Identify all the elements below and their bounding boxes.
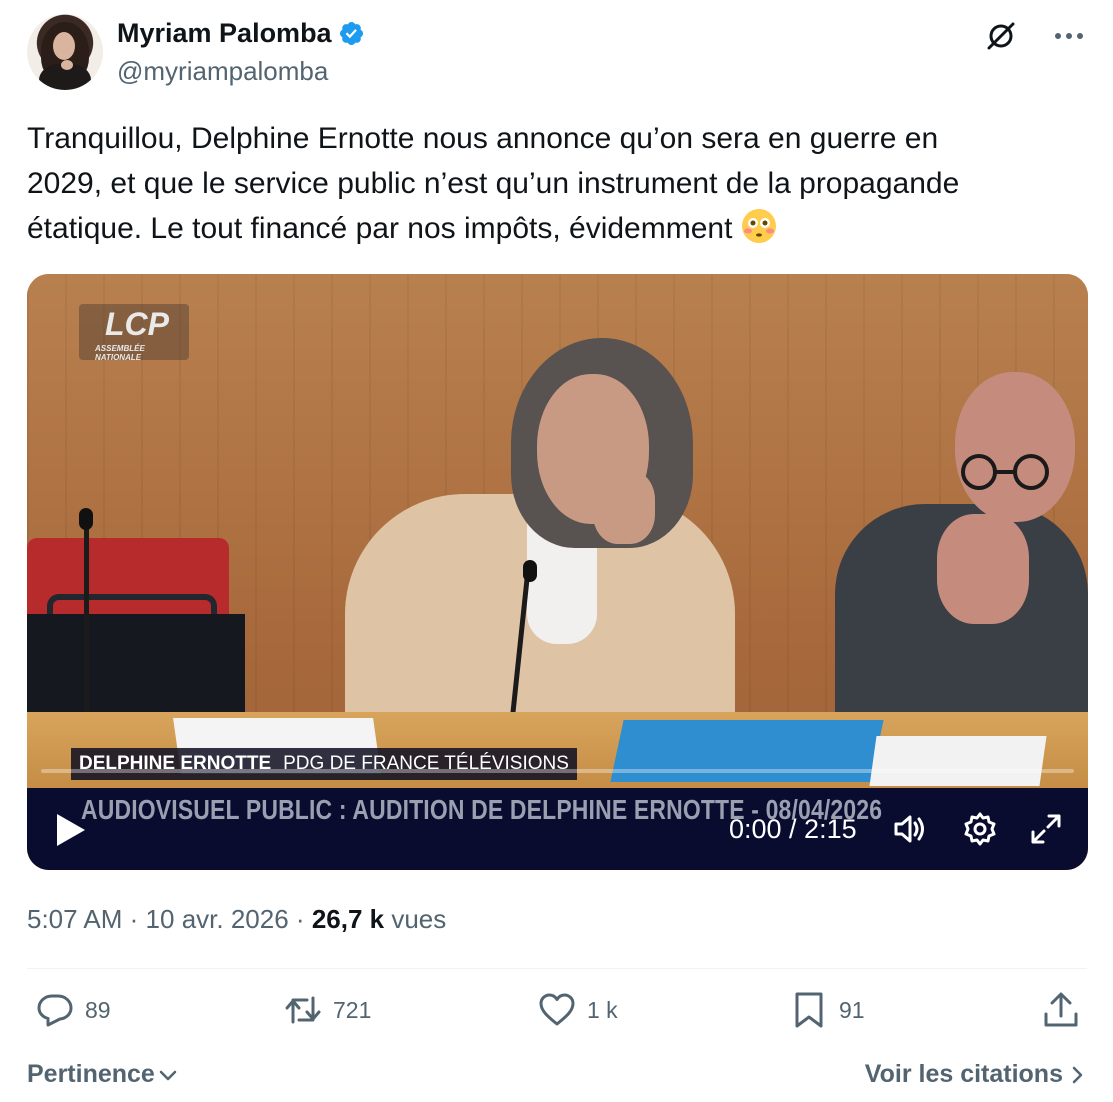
video-speaker-hand <box>593 470 655 544</box>
views-count: 26,7 k <box>311 904 385 934</box>
heart-icon <box>539 993 575 1026</box>
reply-button[interactable]: 89 <box>35 990 111 1030</box>
video-microphone <box>79 508 93 530</box>
fullscreen-expand-icon[interactable] <box>1027 810 1065 848</box>
tweet-time[interactable]: 5:07 AM <box>27 904 122 934</box>
chevron-right-icon <box>1072 1066 1083 1083</box>
video-microphone <box>523 560 537 582</box>
tweet-text: Tranquillou, Delphine Ernotte nous annon… <box>27 116 1087 251</box>
divider <box>27 968 1087 969</box>
view-quotes-link[interactable]: Voir les citations <box>865 1060 1087 1089</box>
settings-gear-icon[interactable] <box>961 810 999 848</box>
view-quotes-label: Voir les citations <box>864 1060 1063 1088</box>
meta-separator: · <box>129 904 139 934</box>
video-time: 0:00 / 2:15 <box>729 814 857 844</box>
tweet-text-segment: étatique. Le tout financé par nos impôts… <box>27 212 733 245</box>
repost-icon <box>285 996 321 1024</box>
repost-count: 721 <box>333 996 372 1023</box>
meta-separator: · <box>295 904 305 934</box>
tweet-date[interactable]: 10 avr. 2026 <box>146 904 289 934</box>
avatar-hand <box>61 60 73 70</box>
video-lower-third: DELPHINE ERNOTTE PDG DE FRANCE TÉLÉVISIO… <box>71 748 577 780</box>
video-controls: AUDIOVISUEL PUBLIC : AUDITION DE DELPHIN… <box>27 788 1088 870</box>
verified-badge-icon[interactable] <box>338 20 365 47</box>
tweet-actions: 89 721 1 k 91 <box>27 990 1087 1042</box>
tweet-header: Myriam Palomba @myriampalomba <box>27 14 1087 94</box>
sort-dropdown[interactable]: Pertinence <box>27 1060 179 1089</box>
video-player[interactable]: LCP ASSEMBLÉE NATIONALE DELPHINE ERNOTTE… <box>27 274 1088 870</box>
bookmark-button[interactable]: 91 <box>789 990 865 1030</box>
like-button[interactable]: 1 k <box>537 990 618 1030</box>
more-button[interactable] <box>1051 18 1087 54</box>
share-upload-icon <box>1044 992 1078 1027</box>
grok-button[interactable] <box>983 18 1019 54</box>
bookmark-count: 91 <box>839 996 865 1023</box>
views-label: vues <box>391 904 447 934</box>
avatar[interactable] <box>27 14 103 90</box>
sort-label: Pertinence <box>27 1060 155 1088</box>
like-count: 1 k <box>587 996 618 1023</box>
header-actions <box>983 18 1087 54</box>
video-bag <box>27 614 245 724</box>
play-icon[interactable] <box>53 810 89 850</box>
lcp-logo-text: LCP <box>105 306 169 342</box>
tweet-text-line: Tranquillou, Delphine Ernotte nous annon… <box>27 122 939 155</box>
repost-button[interactable]: 721 <box>283 990 371 1030</box>
video-progress-bar[interactable] <box>41 769 1074 773</box>
tweet-meta: 5:07 AM · 10 avr. 2026 · 26,7 k vues <box>27 904 446 935</box>
avatar-face <box>53 32 75 60</box>
tweet-text-line: 2029, et que le service public n’est qu’… <box>27 167 960 200</box>
bookmark-icon <box>795 992 823 1028</box>
tweet-text-line: étatique. Le tout financé par nos impôts… <box>27 206 1087 251</box>
author-name[interactable]: Myriam Palomba <box>117 18 332 49</box>
replies-footer: Pertinence Voir les citations <box>27 1054 1087 1094</box>
share-button[interactable] <box>1041 990 1081 1030</box>
volume-icon[interactable] <box>891 810 929 848</box>
video-man-hands <box>937 514 1029 624</box>
lcp-logo-subtitle: ASSEMBLÉE NATIONALE <box>95 344 145 362</box>
author-handle[interactable]: @myriampalomba <box>117 56 328 87</box>
video-man-head <box>955 372 1075 522</box>
flushed-face-emoji-icon <box>741 209 776 243</box>
slashed-circle-icon <box>987 22 1015 50</box>
chevron-down-icon <box>159 1070 177 1080</box>
video-paper <box>869 736 1047 786</box>
lcp-logo: LCP ASSEMBLÉE NATIONALE <box>79 304 189 362</box>
reply-count: 89 <box>85 996 111 1023</box>
more-icon <box>1055 33 1083 39</box>
video-man-glasses <box>961 454 1049 490</box>
reply-icon <box>37 994 73 1027</box>
author-name-row: Myriam Palomba <box>117 18 365 49</box>
